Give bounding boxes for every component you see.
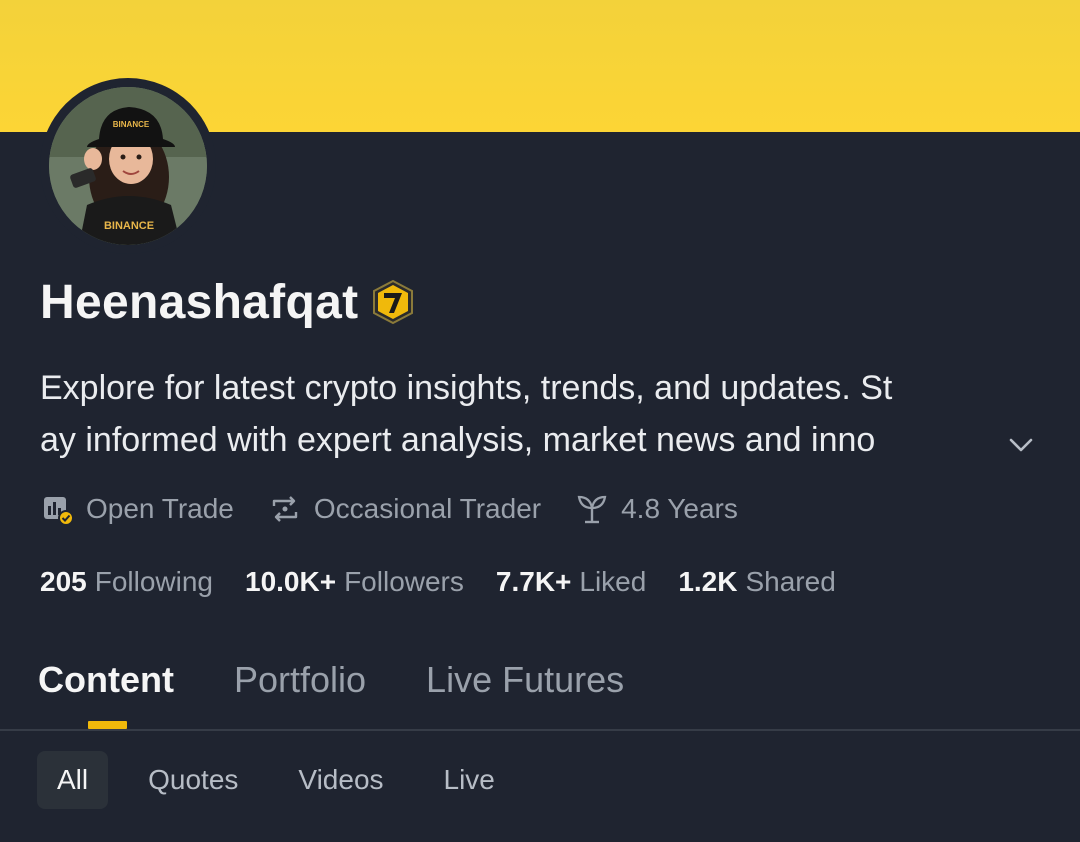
active-tab-indicator [88,721,127,729]
profile-tabs: Content Portfolio Live Futures [38,652,684,708]
bio-line: ay informed with expert analysis, market… [40,414,1000,466]
stat-following[interactable]: 205 Following [40,566,213,598]
stat-shared: 1.2K Shared [678,566,835,598]
chevron-down-icon[interactable] [1006,430,1036,460]
stat-value: 1.2K [678,566,738,597]
divider [0,729,1080,731]
open-trade-icon [44,497,74,526]
sprout-icon [577,495,607,524]
avatar[interactable]: BINANCE BINANCE [40,78,216,254]
tab-portfolio[interactable]: Portfolio [234,659,366,701]
tab-live-futures[interactable]: Live Futures [426,659,624,701]
profile-name: Heenashafqat [40,275,359,329]
profile-bio: Explore for latest crypto insights, tren… [40,362,1030,466]
swap-icon [272,496,298,522]
filter-quotes[interactable]: Quotes [128,751,258,809]
stat-label: Shared [745,566,836,597]
stat-value: 7.7K+ [495,566,572,597]
meta-open-trade[interactable]: Open Trade [40,492,234,526]
binance-7-badge-icon [373,279,414,325]
trader-meta: Open Trade Occasional Trader 4.8 Years [40,486,772,532]
meta-label: 4.8 Years [621,493,738,524]
meta-label: Occasional Trader [313,493,542,524]
bio-line: Explore for latest crypto insights, tren… [40,369,893,407]
profile-name-row: Heenashafqat [40,272,416,332]
stat-value: 10.0K+ [245,566,337,597]
stat-label: Liked [579,566,647,597]
stat-value: 205 [40,566,87,597]
stat-followers[interactable]: 10.0K+ Followers [245,566,464,598]
filter-all[interactable]: All [37,751,109,809]
meta-label: Open Trade [86,493,234,524]
stat-label: Followers [344,566,464,597]
content-filters: All Quotes Videos Live [37,751,535,809]
meta-years[interactable]: 4.8 Years [575,492,738,526]
stat-liked: 7.7K+ Liked [496,566,646,598]
meta-trader-type[interactable]: Occasional Trader [268,492,541,526]
bio-line-text: ay informed with expert analysis, market… [40,421,876,459]
stat-label: Following [94,566,213,597]
svg-text:BINANCE: BINANCE [104,220,154,232]
profile-stats: 205 Following 10.0K+ Followers 7.7K+ Liked … [40,560,868,604]
svg-text:BINANCE: BINANCE [113,120,150,129]
filter-live[interactable]: Live [424,751,515,809]
bio-fade [940,414,1000,466]
profile-photo-icon: BINANCE BINANCE [49,87,207,245]
filter-videos[interactable]: Videos [278,751,403,809]
tab-content[interactable]: Content [38,659,174,701]
